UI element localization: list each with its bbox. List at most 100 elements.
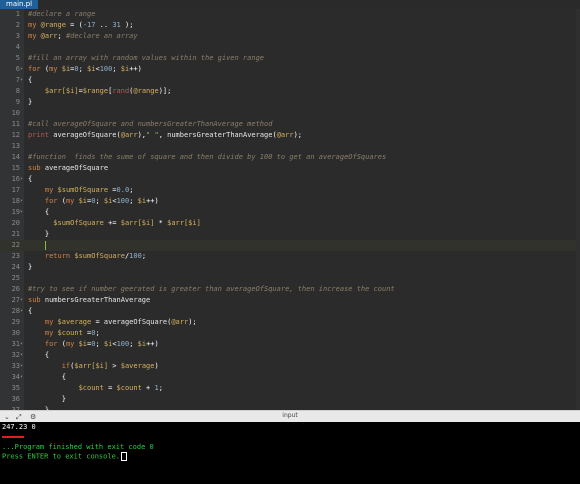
code-line[interactable]: 10 bbox=[0, 108, 580, 119]
console-prompt-line: Press ENTER to exit console. bbox=[2, 452, 128, 462]
code-editor[interactable]: 1 #declare a range 2 my @range = (-17 .. 31… bbox=[0, 9, 580, 469]
code-line[interactable]: 14 #function finds the sume of square and… bbox=[0, 152, 580, 163]
code-line[interactable]: 26 #try to see if number geerated is grea… bbox=[0, 284, 580, 295]
code-token: if bbox=[61, 362, 71, 370]
code-line[interactable]: 35 $count = $count + 1; bbox=[0, 383, 580, 394]
code-token: ; bbox=[95, 340, 104, 348]
text-cursor bbox=[44, 240, 46, 250]
code-text bbox=[28, 240, 46, 251]
code-line[interactable]: 5 #fill an array with random values withi… bbox=[0, 53, 580, 64]
code-line[interactable]: 36 } bbox=[0, 394, 580, 405]
code-text: { bbox=[28, 372, 66, 383]
code-line[interactable]: 27 ▾ sub numbersGreaterThanAverage bbox=[0, 295, 580, 306]
code-line[interactable]: 11 #call averageOfSquare and numbersGreat… bbox=[0, 119, 580, 130]
code-token: @arr bbox=[276, 131, 294, 139]
code-line[interactable]: 18 ▾ for (my $i=0; $i<100; $i++) bbox=[0, 196, 580, 207]
code-token: = bbox=[82, 329, 92, 337]
code-token: $average bbox=[57, 318, 92, 326]
editor-scrollbar[interactable] bbox=[576, 9, 580, 410]
code-token: @arr bbox=[171, 318, 189, 326]
code-line[interactable]: 22 bbox=[0, 240, 580, 251]
code-line[interactable]: 12 print averageOfSquare(@arr)," ", numbe… bbox=[0, 130, 580, 141]
fold-arrow-icon[interactable]: ▾ bbox=[20, 350, 23, 361]
fold-arrow-icon[interactable]: ▾ bbox=[20, 196, 23, 207]
code-line[interactable]: 20 $sumOfSquare += $arr[$i] * $arr[$i] bbox=[0, 218, 580, 229]
code-line[interactable]: 25 bbox=[0, 273, 580, 284]
code-line[interactable]: 1 #declare a range bbox=[0, 9, 580, 20]
code-line[interactable]: 16 ▾ { bbox=[0, 174, 580, 185]
code-token: 100 bbox=[99, 65, 113, 73]
fold-arrow-icon[interactable]: ▾ bbox=[20, 306, 23, 317]
code-token: return bbox=[44, 252, 75, 260]
code-line[interactable]: 28 ▾ { bbox=[0, 306, 580, 317]
fold-arrow-icon[interactable]: ▾ bbox=[20, 174, 23, 185]
code-token: } bbox=[28, 230, 50, 238]
code-text: } bbox=[28, 262, 32, 273]
code-line[interactable]: 2 my @range = (-17 .. 31 ); bbox=[0, 20, 580, 31]
code-line[interactable]: 9} bbox=[0, 97, 580, 108]
code-text: for (my $i=0; $i<100; $i++) bbox=[28, 64, 142, 75]
line-number: 13 bbox=[11, 142, 20, 150]
code-token: $i bbox=[120, 65, 130, 73]
tab-main-pl[interactable]: main.pl bbox=[0, 0, 39, 9]
code-text: } bbox=[28, 97, 32, 108]
code-line[interactable]: 33 ▾ if($arr[$i] > $average) bbox=[0, 361, 580, 372]
code-token: my bbox=[44, 318, 58, 326]
line-number: 19 bbox=[11, 208, 20, 216]
code-line[interactable]: 13 bbox=[0, 141, 580, 152]
code-line[interactable]: 21 } bbox=[0, 229, 580, 240]
fold-arrow-icon[interactable]: ▾ bbox=[20, 75, 23, 86]
code-line[interactable]: 8 $arr[$i]=$range[rand(@range)]; bbox=[0, 86, 580, 97]
code-line[interactable]: 7 ▾ { bbox=[0, 75, 580, 86]
fold-arrow-icon[interactable]: ▾ bbox=[20, 372, 23, 383]
code-line[interactable]: 6 ▾ for (my $i=0; $i<100; $i++) bbox=[0, 64, 580, 75]
code-line[interactable]: 19 ▾ { bbox=[0, 207, 580, 218]
console-output-line: 247.23 0 bbox=[2, 423, 36, 431]
code-line[interactable]: 30 my $count =0; bbox=[0, 328, 580, 339]
line-number: 7 bbox=[15, 76, 20, 84]
code-token: > bbox=[108, 362, 121, 370]
code-token: + bbox=[141, 384, 155, 392]
code-token: sub bbox=[28, 296, 45, 304]
code-token: for bbox=[44, 197, 62, 205]
line-number: 29 bbox=[11, 318, 20, 326]
code-token: { bbox=[28, 373, 66, 381]
code-token: sub bbox=[28, 164, 45, 172]
fold-arrow-icon[interactable]: ▾ bbox=[20, 64, 23, 75]
code-token: $i bbox=[78, 340, 88, 348]
code-text: my @range = (-17 .. 31 ); bbox=[28, 20, 133, 31]
code-token: $sumOfSquare bbox=[53, 219, 104, 227]
code-line[interactable]: 3 my @arr; #declare an array bbox=[0, 31, 580, 42]
code-token: ++) bbox=[146, 197, 159, 205]
code-token: { bbox=[28, 208, 50, 216]
output-console[interactable]: 247.23 0 ...Program finished with exit c… bbox=[0, 422, 580, 484]
code-line[interactable]: 24} bbox=[0, 262, 580, 273]
fold-arrow-icon[interactable]: ▾ bbox=[20, 361, 23, 372]
code-line[interactable]: 17 my $sumOfSquare =0.0; bbox=[0, 185, 580, 196]
line-number: 20 bbox=[11, 219, 20, 227]
code-token: } bbox=[28, 263, 33, 271]
line-number: 15 bbox=[11, 164, 20, 172]
fold-arrow-icon[interactable]: ▾ bbox=[20, 207, 23, 218]
code-line[interactable]: 29 my $average = averageOfSquare(@arr); bbox=[0, 317, 580, 328]
code-line[interactable]: 32 ▾ { bbox=[0, 350, 580, 361]
code-token: #fill an array with random values within… bbox=[28, 54, 265, 62]
code-token: ; bbox=[95, 329, 100, 337]
code-line[interactable]: 15 sub averageOfSquare bbox=[0, 163, 580, 174]
line-number: 26 bbox=[11, 285, 20, 293]
code-line[interactable]: 4 bbox=[0, 42, 580, 53]
code-line[interactable]: 23 return $sumOfSquare/100; bbox=[0, 251, 580, 262]
code-text: my $average = averageOfSquare(@arr); bbox=[28, 317, 197, 328]
fold-arrow-icon[interactable]: ▾ bbox=[20, 295, 23, 306]
code-line[interactable]: 34 ▾ { bbox=[0, 372, 580, 383]
code-line[interactable]: 31 ▾ for (my $i=0; $i<100; $i++) bbox=[0, 339, 580, 350]
fold-arrow-icon[interactable]: ▾ bbox=[20, 339, 23, 350]
code-token: { bbox=[28, 307, 33, 315]
code-token: $count bbox=[78, 384, 104, 392]
code-text: #try to see if number geerated is greate… bbox=[28, 284, 395, 295]
code-text: { bbox=[28, 350, 49, 361]
